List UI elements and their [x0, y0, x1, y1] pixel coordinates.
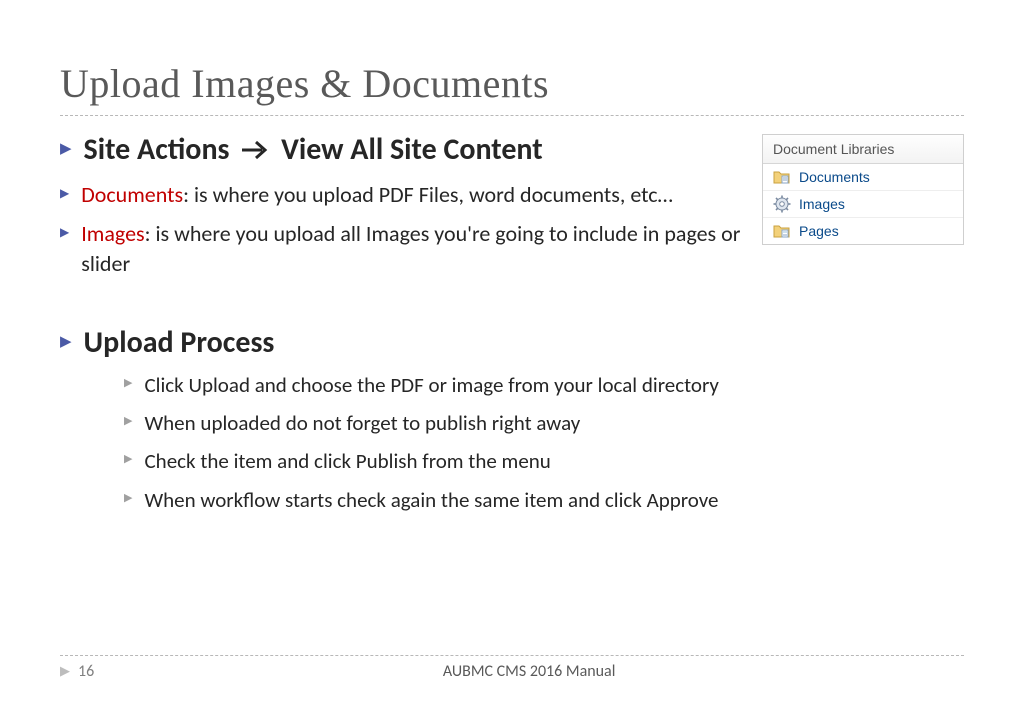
upload-step: ▶ When uploaded do not forget to publish…	[124, 409, 744, 437]
images-desc: : is where you upload all Images you're …	[81, 220, 740, 277]
documents-text: Documents: is where you upload PDF Files…	[81, 180, 673, 210]
nav-text: Site Actions View All Site Content	[84, 132, 543, 170]
nav-suffix: View All Site Content	[281, 131, 543, 168]
document-libraries-panel: Document Libraries Documents	[762, 134, 964, 245]
footer-row: ▶ 16 AUBMC CMS 2016 Manual	[60, 662, 964, 681]
documents-bullet: ▶ Documents: is where you upload PDF Fil…	[60, 180, 744, 210]
bullet-arrow-icon: ▶	[60, 188, 69, 200]
doclib-header: Document Libraries	[763, 135, 963, 164]
doclib-item-images[interactable]: Images	[763, 191, 963, 218]
documents-label: Documents	[81, 181, 183, 208]
sub-bullet-arrow-icon: ▶	[124, 453, 132, 464]
folder-page-icon	[773, 222, 791, 240]
slide-footer: ▶ 16 AUBMC CMS 2016 Manual	[0, 655, 1024, 681]
page-number: 16	[78, 662, 94, 681]
doclib-item-documents[interactable]: Documents	[763, 164, 963, 191]
bullet-arrow-icon: ▶	[60, 335, 72, 350]
doclib-item-label: Documents	[799, 169, 870, 185]
sub-bullet-arrow-icon: ▶	[124, 415, 132, 426]
upload-process-heading: Upload Process	[84, 325, 275, 361]
images-bullet: ▶ Images: is where you upload all Images…	[60, 219, 744, 278]
slide: Upload Images & Documents ▶ Site Actions…	[0, 0, 1024, 709]
footer-divider	[60, 655, 964, 656]
upload-steps-list: ▶ Click Upload and choose the PDF or ima…	[60, 371, 744, 514]
content-row: ▶ Site Actions View All Site Content ▶ D…	[60, 132, 964, 524]
upload-step: ▶ Check the item and click Publish from …	[124, 447, 744, 475]
nav-prefix: Site Actions	[84, 131, 230, 168]
nav-bullet: ▶ Site Actions View All Site Content	[60, 132, 744, 170]
images-text: Images: is where you upload all Images y…	[81, 219, 744, 278]
folder-document-icon	[773, 168, 791, 186]
upload-step: ▶ When workflow starts check again the s…	[124, 486, 744, 514]
main-column: ▶ Site Actions View All Site Content ▶ D…	[60, 132, 744, 524]
sub-bullet-arrow-icon: ▶	[124, 492, 132, 503]
gear-icon	[773, 195, 791, 213]
upload-step-text: When uploaded do not forget to publish r…	[144, 409, 580, 437]
sub-bullet-arrow-icon: ▶	[124, 377, 132, 388]
documents-desc: : is where you upload PDF Files, word do…	[183, 181, 673, 208]
upload-step-text: When workflow starts check again the sam…	[144, 486, 718, 514]
doclib-item-label: Pages	[799, 223, 839, 239]
title-divider	[60, 115, 964, 116]
images-label: Images	[81, 220, 144, 247]
upload-step-text: Check the item and click Publish from th…	[144, 447, 550, 475]
upload-step: ▶ Click Upload and choose the PDF or ima…	[124, 371, 744, 399]
spacer	[60, 289, 744, 325]
upload-process-heading-row: ▶ Upload Process	[60, 325, 744, 361]
slide-title: Upload Images & Documents	[60, 60, 964, 107]
bullet-arrow-icon: ▶	[60, 142, 72, 157]
doclib-item-pages[interactable]: Pages	[763, 218, 963, 244]
doclib-item-label: Images	[799, 196, 845, 212]
manual-name: AUBMC CMS 2016 Manual	[94, 662, 964, 681]
right-arrow-icon	[240, 134, 270, 170]
upload-step-text: Click Upload and choose the PDF or image…	[144, 371, 718, 399]
footer-arrow-icon: ▶	[60, 664, 70, 679]
bullet-arrow-icon: ▶	[60, 227, 69, 239]
